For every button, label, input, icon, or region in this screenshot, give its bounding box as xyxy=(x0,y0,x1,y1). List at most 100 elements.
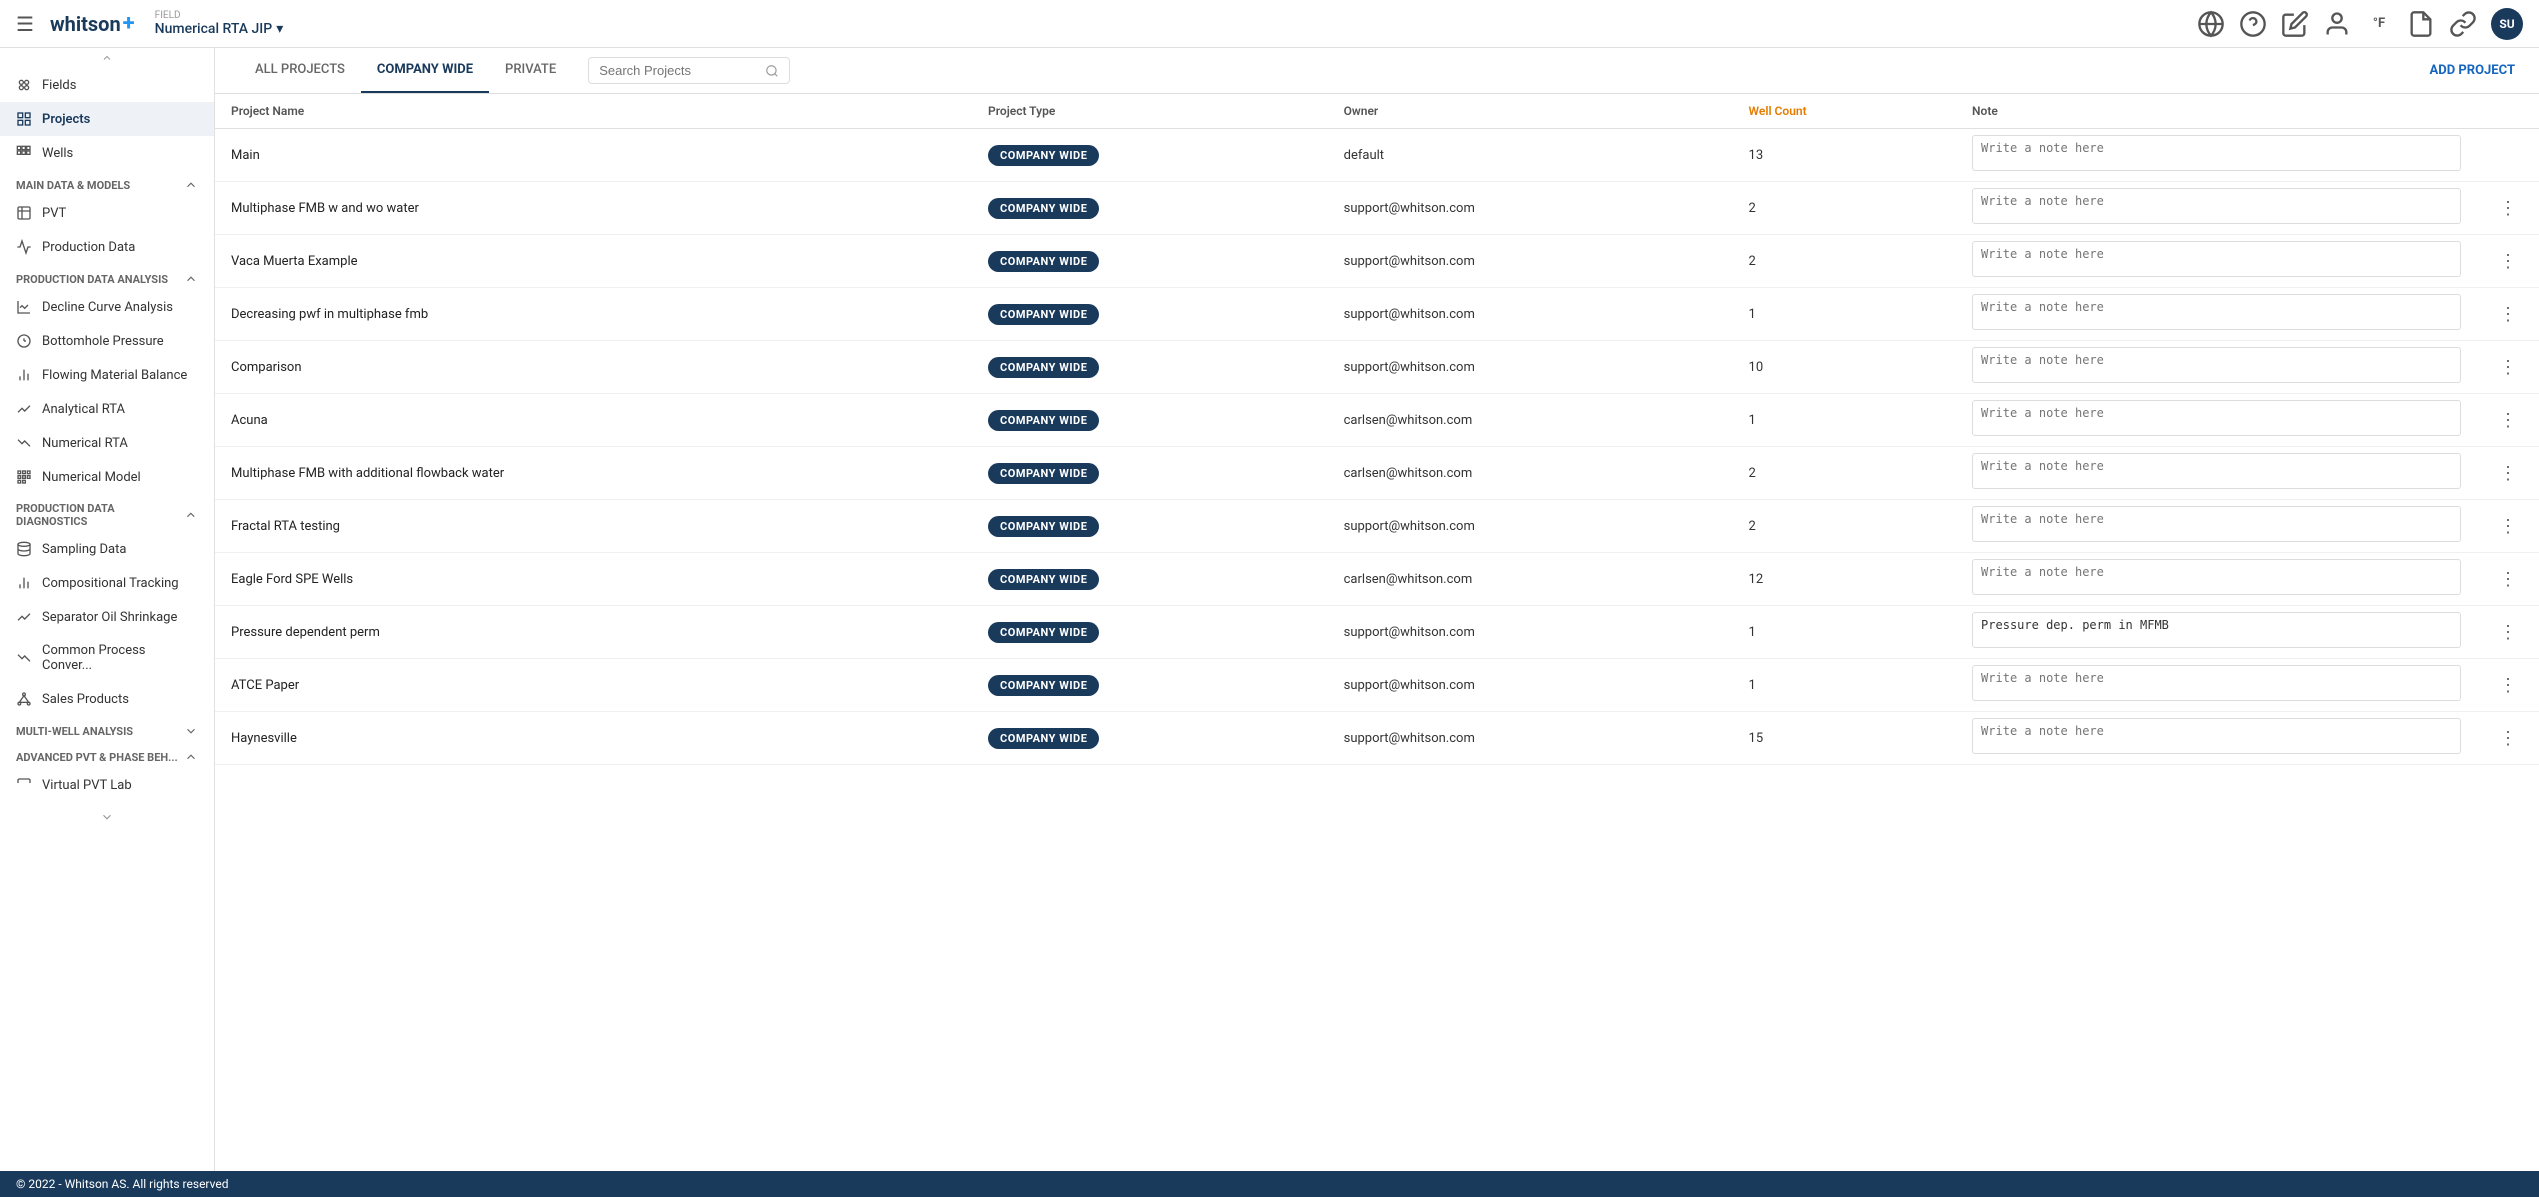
row-menu-button[interactable]: ⋮ xyxy=(2493,671,2523,700)
note-input[interactable] xyxy=(1972,665,2461,701)
note-input[interactable] xyxy=(1972,241,2461,277)
note-input[interactable] xyxy=(1972,559,2461,595)
temperature-icon[interactable]: °F xyxy=(2365,10,2393,38)
project-name-text[interactable]: Main xyxy=(231,148,260,163)
sidebar-item-numerical-rta[interactable]: Numerical RTA xyxy=(0,426,214,460)
field-value: Numerical RTA JIP xyxy=(155,21,273,37)
owner-text: support@whitson.com xyxy=(1344,360,1475,375)
row-menu-button[interactable]: ⋮ xyxy=(2493,194,2523,223)
sidebar-item-compositional[interactable]: Compositional Tracking xyxy=(0,566,214,600)
globe-icon[interactable] xyxy=(2197,10,2225,38)
row-menu-button[interactable]: ⋮ xyxy=(2493,300,2523,329)
project-name-text[interactable]: ATCE Paper xyxy=(231,678,299,693)
sidebar-item-flowing-material[interactable]: Flowing Material Balance xyxy=(0,358,214,392)
sidebar-item-common-process[interactable]: Common Process Conver... xyxy=(0,634,214,682)
sidebar-item-fields[interactable]: Fields xyxy=(0,68,214,102)
project-name-text[interactable]: Haynesville xyxy=(231,731,297,746)
project-name-text[interactable]: Multiphase FMB with additional flowback … xyxy=(231,466,504,481)
sidebar-item-numerical-model[interactable]: Numerical Model xyxy=(0,460,214,494)
project-name-text[interactable]: Multiphase FMB w and wo water xyxy=(231,201,419,216)
cell-note xyxy=(1956,712,2477,765)
project-name-text[interactable]: Pressure dependent perm xyxy=(231,625,380,640)
cell-note xyxy=(1956,394,2477,447)
sidebar-section-advanced-pvt[interactable]: Advanced PVT & Phase Beh... xyxy=(0,742,214,768)
user-icon[interactable] xyxy=(2323,10,2351,38)
note-input[interactable] xyxy=(1972,718,2461,754)
sidebar-section-main-data-label: Main Data & Models xyxy=(16,179,130,192)
cell-project-type: COMPANY WIDE xyxy=(972,447,1328,500)
sidebar-item-projects[interactable]: Projects xyxy=(0,102,214,136)
project-type-badge: COMPANY WIDE xyxy=(988,251,1099,272)
sidebar-item-sales-products[interactable]: Sales Products xyxy=(0,682,214,716)
row-menu-button[interactable]: ⋮ xyxy=(2493,406,2523,435)
cell-well-count: 1 xyxy=(1733,606,1957,659)
cell-project-type: COMPANY WIDE xyxy=(972,129,1328,182)
document-icon[interactable] xyxy=(2407,10,2435,38)
search-input[interactable] xyxy=(599,63,759,78)
note-input[interactable] xyxy=(1972,135,2461,171)
field-select[interactable]: Numerical RTA JIP ▾ xyxy=(155,21,284,37)
sidebar-section-virtual-pvt-expand[interactable] xyxy=(0,802,214,828)
note-input[interactable] xyxy=(1972,453,2461,489)
well-count-text: 13 xyxy=(1749,148,1764,163)
cell-owner: support@whitson.com xyxy=(1328,606,1733,659)
link-icon[interactable] xyxy=(2449,10,2477,38)
sidebar-section-pda[interactable]: Production Data Analysis xyxy=(0,264,214,290)
sidebar-item-sampling[interactable]: Sampling Data xyxy=(0,532,214,566)
sidebar-section-pdd[interactable]: Production Data Diagnostics xyxy=(0,494,214,532)
row-menu-button[interactable]: ⋮ xyxy=(2493,618,2523,647)
note-input[interactable] xyxy=(1972,612,2461,648)
tab-company-wide[interactable]: COMPANY WIDE xyxy=(361,48,489,93)
cell-well-count: 15 xyxy=(1733,712,1957,765)
table-row: Fractal RTA testingCOMPANY WIDEsupport@w… xyxy=(215,500,2539,553)
help-icon[interactable] xyxy=(2239,10,2267,38)
project-name-text[interactable]: Eagle Ford SPE Wells xyxy=(231,572,353,587)
sidebar-section-main-data[interactable]: Main Data & Models xyxy=(0,170,214,196)
sidebar-scroll-up[interactable] xyxy=(0,48,214,68)
sidebar-item-separator[interactable]: Separator Oil Shrinkage xyxy=(0,600,214,634)
sidebar-item-bottomhole[interactable]: Bottomhole Pressure xyxy=(0,324,214,358)
row-menu-button[interactable]: ⋮ xyxy=(2493,512,2523,541)
cell-owner: support@whitson.com xyxy=(1328,288,1733,341)
row-menu-button[interactable]: ⋮ xyxy=(2493,247,2523,276)
note-input[interactable] xyxy=(1972,294,2461,330)
add-project-button[interactable]: ADD PROJECT xyxy=(2430,63,2515,78)
sidebar-item-decline-curve[interactable]: Decline Curve Analysis xyxy=(0,290,214,324)
edit-icon[interactable] xyxy=(2281,10,2309,38)
sidebar-section-multiwell[interactable]: Multi-well Analysis xyxy=(0,716,214,742)
project-name-text[interactable]: Comparison xyxy=(231,360,302,375)
note-input[interactable] xyxy=(1972,347,2461,383)
sidebar-item-production-data[interactable]: Production Data xyxy=(0,230,214,264)
well-count-text: 1 xyxy=(1749,625,1756,640)
table-row: AcunaCOMPANY WIDEcarlsen@whitson.com1⋮ xyxy=(215,394,2539,447)
hamburger-icon[interactable]: ☰ xyxy=(16,12,34,36)
cell-actions: ⋮ xyxy=(2477,394,2539,447)
note-input[interactable] xyxy=(1972,400,2461,436)
row-menu-button[interactable]: ⋮ xyxy=(2493,459,2523,488)
table-wrapper: Project Name Project Type Owner Well Cou… xyxy=(215,94,2539,1171)
note-input[interactable] xyxy=(1972,506,2461,542)
owner-text: support@whitson.com xyxy=(1344,254,1475,269)
tab-private[interactable]: PRIVATE xyxy=(489,48,572,93)
note-input[interactable] xyxy=(1972,188,2461,224)
sidebar-label-wells: Wells xyxy=(42,146,73,161)
row-menu-button[interactable]: ⋮ xyxy=(2493,724,2523,753)
project-name-text[interactable]: Vaca Muerta Example xyxy=(231,254,358,269)
cell-well-count: 12 xyxy=(1733,553,1957,606)
project-name-text[interactable]: Fractal RTA testing xyxy=(231,519,340,534)
table-body: MainCOMPANY WIDEdefault13Multiphase FMB … xyxy=(215,129,2539,765)
sidebar-item-analytical-rta[interactable]: Analytical RTA xyxy=(0,392,214,426)
row-menu-button[interactable]: ⋮ xyxy=(2493,565,2523,594)
app-wrapper: ☰ whitson+ Field Numerical RTA JIP ▾ xyxy=(0,0,2539,1197)
project-name-text[interactable]: Acuna xyxy=(231,413,268,428)
row-menu-button[interactable]: ⋮ xyxy=(2493,353,2523,382)
sidebar-item-pvt[interactable]: PVT xyxy=(0,196,214,230)
owner-text: carlsen@whitson.com xyxy=(1344,572,1473,587)
tab-all-projects[interactable]: ALL PROJECTS xyxy=(239,48,361,93)
sidebar-item-virtual-pvt[interactable]: Virtual PVT Lab xyxy=(0,768,214,802)
sidebar-item-wells[interactable]: Wells xyxy=(0,136,214,170)
project-type-badge: COMPANY WIDE xyxy=(988,516,1099,537)
project-name-text[interactable]: Decreasing pwf in multiphase fmb xyxy=(231,307,428,322)
table-row: MainCOMPANY WIDEdefault13 xyxy=(215,129,2539,182)
avatar[interactable]: SU xyxy=(2491,8,2523,40)
